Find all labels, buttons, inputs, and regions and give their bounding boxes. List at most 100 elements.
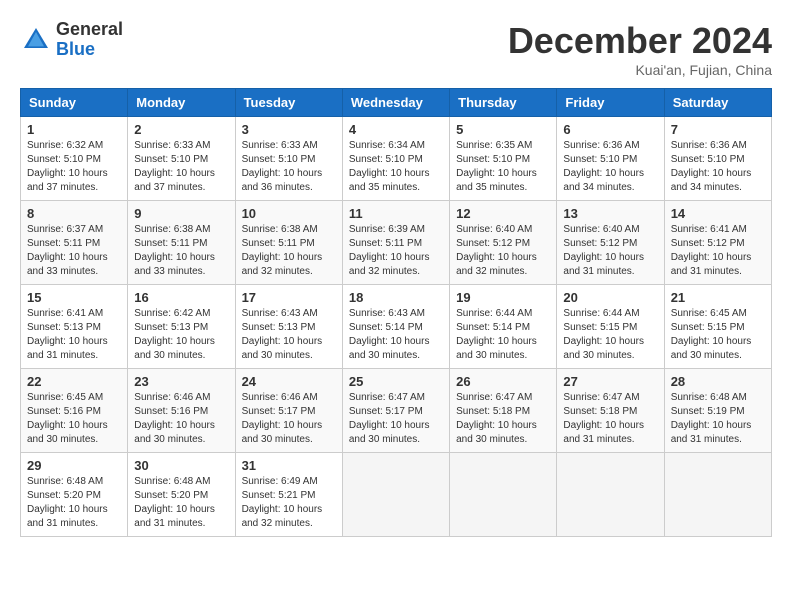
calendar-cell: 10 Sunrise: 6:38 AM Sunset: 5:11 PM Dayl…	[235, 201, 342, 285]
calendar-cell: 11 Sunrise: 6:39 AM Sunset: 5:11 PM Dayl…	[342, 201, 449, 285]
day-number: 17	[242, 290, 336, 305]
day-info: Sunrise: 6:49 AM Sunset: 5:21 PM Dayligh…	[242, 475, 336, 531]
day-number: 13	[563, 206, 657, 221]
day-number: 27	[563, 374, 657, 389]
calendar-cell: 1 Sunrise: 6:32 AM Sunset: 5:10 PM Dayli…	[21, 117, 128, 201]
day-number: 31	[242, 458, 336, 473]
title-area: December 2024 Kuai'an, Fujian, China	[508, 20, 772, 78]
day-info: Sunrise: 6:46 AM Sunset: 5:16 PM Dayligh…	[134, 391, 228, 447]
calendar-row-3: 15 Sunrise: 6:41 AM Sunset: 5:13 PM Dayl…	[21, 285, 772, 369]
day-number: 5	[456, 122, 550, 137]
day-number: 11	[349, 206, 443, 221]
logo-blue-text: Blue	[56, 40, 123, 60]
calendar-cell: 30 Sunrise: 6:48 AM Sunset: 5:20 PM Dayl…	[128, 453, 235, 537]
day-number: 21	[671, 290, 765, 305]
day-info: Sunrise: 6:46 AM Sunset: 5:17 PM Dayligh…	[242, 391, 336, 447]
day-info: Sunrise: 6:32 AM Sunset: 5:10 PM Dayligh…	[27, 139, 121, 195]
day-number: 15	[27, 290, 121, 305]
calendar-cell: 27 Sunrise: 6:47 AM Sunset: 5:18 PM Dayl…	[557, 369, 664, 453]
day-info: Sunrise: 6:35 AM Sunset: 5:10 PM Dayligh…	[456, 139, 550, 195]
calendar-row-1: 1 Sunrise: 6:32 AM Sunset: 5:10 PM Dayli…	[21, 117, 772, 201]
day-info: Sunrise: 6:38 AM Sunset: 5:11 PM Dayligh…	[242, 223, 336, 279]
calendar-table: SundayMondayTuesdayWednesdayThursdayFrid…	[20, 88, 772, 537]
day-info: Sunrise: 6:37 AM Sunset: 5:11 PM Dayligh…	[27, 223, 121, 279]
day-number: 6	[563, 122, 657, 137]
day-info: Sunrise: 6:41 AM Sunset: 5:13 PM Dayligh…	[27, 307, 121, 363]
calendar-cell: 23 Sunrise: 6:46 AM Sunset: 5:16 PM Dayl…	[128, 369, 235, 453]
logo-icon	[20, 24, 52, 56]
day-info: Sunrise: 6:36 AM Sunset: 5:10 PM Dayligh…	[671, 139, 765, 195]
calendar-cell: 17 Sunrise: 6:43 AM Sunset: 5:13 PM Dayl…	[235, 285, 342, 369]
calendar-cell	[557, 453, 664, 537]
day-info: Sunrise: 6:33 AM Sunset: 5:10 PM Dayligh…	[134, 139, 228, 195]
month-title: December 2024	[508, 20, 772, 62]
day-number: 28	[671, 374, 765, 389]
calendar-cell: 18 Sunrise: 6:43 AM Sunset: 5:14 PM Dayl…	[342, 285, 449, 369]
calendar-cell: 22 Sunrise: 6:45 AM Sunset: 5:16 PM Dayl…	[21, 369, 128, 453]
page-header: General Blue December 2024 Kuai'an, Fuji…	[20, 20, 772, 78]
calendar-header-row: SundayMondayTuesdayWednesdayThursdayFrid…	[21, 89, 772, 117]
day-header-tuesday: Tuesday	[235, 89, 342, 117]
day-info: Sunrise: 6:42 AM Sunset: 5:13 PM Dayligh…	[134, 307, 228, 363]
calendar-cell: 5 Sunrise: 6:35 AM Sunset: 5:10 PM Dayli…	[450, 117, 557, 201]
logo: General Blue	[20, 20, 123, 60]
day-info: Sunrise: 6:43 AM Sunset: 5:14 PM Dayligh…	[349, 307, 443, 363]
day-header-monday: Monday	[128, 89, 235, 117]
calendar-cell: 7 Sunrise: 6:36 AM Sunset: 5:10 PM Dayli…	[664, 117, 771, 201]
day-number: 7	[671, 122, 765, 137]
calendar-cell: 20 Sunrise: 6:44 AM Sunset: 5:15 PM Dayl…	[557, 285, 664, 369]
day-number: 19	[456, 290, 550, 305]
calendar-cell: 31 Sunrise: 6:49 AM Sunset: 5:21 PM Dayl…	[235, 453, 342, 537]
day-info: Sunrise: 6:44 AM Sunset: 5:14 PM Dayligh…	[456, 307, 550, 363]
calendar-row-4: 22 Sunrise: 6:45 AM Sunset: 5:16 PM Dayl…	[21, 369, 772, 453]
calendar-cell: 26 Sunrise: 6:47 AM Sunset: 5:18 PM Dayl…	[450, 369, 557, 453]
day-number: 2	[134, 122, 228, 137]
calendar-cell	[664, 453, 771, 537]
calendar-cell: 28 Sunrise: 6:48 AM Sunset: 5:19 PM Dayl…	[664, 369, 771, 453]
day-number: 29	[27, 458, 121, 473]
day-number: 1	[27, 122, 121, 137]
day-number: 25	[349, 374, 443, 389]
day-number: 30	[134, 458, 228, 473]
day-number: 22	[27, 374, 121, 389]
calendar-cell: 16 Sunrise: 6:42 AM Sunset: 5:13 PM Dayl…	[128, 285, 235, 369]
calendar-cell: 15 Sunrise: 6:41 AM Sunset: 5:13 PM Dayl…	[21, 285, 128, 369]
day-info: Sunrise: 6:40 AM Sunset: 5:12 PM Dayligh…	[456, 223, 550, 279]
day-number: 8	[27, 206, 121, 221]
calendar-cell: 2 Sunrise: 6:33 AM Sunset: 5:10 PM Dayli…	[128, 117, 235, 201]
day-number: 26	[456, 374, 550, 389]
calendar-cell: 19 Sunrise: 6:44 AM Sunset: 5:14 PM Dayl…	[450, 285, 557, 369]
calendar-cell: 25 Sunrise: 6:47 AM Sunset: 5:17 PM Dayl…	[342, 369, 449, 453]
day-info: Sunrise: 6:48 AM Sunset: 5:20 PM Dayligh…	[134, 475, 228, 531]
calendar-cell: 24 Sunrise: 6:46 AM Sunset: 5:17 PM Dayl…	[235, 369, 342, 453]
day-number: 10	[242, 206, 336, 221]
calendar-cell	[342, 453, 449, 537]
day-info: Sunrise: 6:47 AM Sunset: 5:18 PM Dayligh…	[563, 391, 657, 447]
calendar-row-2: 8 Sunrise: 6:37 AM Sunset: 5:11 PM Dayli…	[21, 201, 772, 285]
calendar-cell: 29 Sunrise: 6:48 AM Sunset: 5:20 PM Dayl…	[21, 453, 128, 537]
day-info: Sunrise: 6:43 AM Sunset: 5:13 PM Dayligh…	[242, 307, 336, 363]
day-info: Sunrise: 6:40 AM Sunset: 5:12 PM Dayligh…	[563, 223, 657, 279]
calendar-cell: 3 Sunrise: 6:33 AM Sunset: 5:10 PM Dayli…	[235, 117, 342, 201]
day-info: Sunrise: 6:47 AM Sunset: 5:17 PM Dayligh…	[349, 391, 443, 447]
day-header-saturday: Saturday	[664, 89, 771, 117]
day-number: 24	[242, 374, 336, 389]
day-info: Sunrise: 6:45 AM Sunset: 5:16 PM Dayligh…	[27, 391, 121, 447]
calendar-cell: 13 Sunrise: 6:40 AM Sunset: 5:12 PM Dayl…	[557, 201, 664, 285]
calendar-cell: 4 Sunrise: 6:34 AM Sunset: 5:10 PM Dayli…	[342, 117, 449, 201]
location-text: Kuai'an, Fujian, China	[508, 62, 772, 78]
day-number: 18	[349, 290, 443, 305]
day-number: 3	[242, 122, 336, 137]
calendar-cell: 8 Sunrise: 6:37 AM Sunset: 5:11 PM Dayli…	[21, 201, 128, 285]
day-info: Sunrise: 6:47 AM Sunset: 5:18 PM Dayligh…	[456, 391, 550, 447]
day-number: 16	[134, 290, 228, 305]
day-info: Sunrise: 6:33 AM Sunset: 5:10 PM Dayligh…	[242, 139, 336, 195]
day-info: Sunrise: 6:38 AM Sunset: 5:11 PM Dayligh…	[134, 223, 228, 279]
day-header-wednesday: Wednesday	[342, 89, 449, 117]
day-info: Sunrise: 6:48 AM Sunset: 5:20 PM Dayligh…	[27, 475, 121, 531]
day-info: Sunrise: 6:44 AM Sunset: 5:15 PM Dayligh…	[563, 307, 657, 363]
day-header-thursday: Thursday	[450, 89, 557, 117]
day-info: Sunrise: 6:39 AM Sunset: 5:11 PM Dayligh…	[349, 223, 443, 279]
day-header-friday: Friday	[557, 89, 664, 117]
calendar-row-5: 29 Sunrise: 6:48 AM Sunset: 5:20 PM Dayl…	[21, 453, 772, 537]
